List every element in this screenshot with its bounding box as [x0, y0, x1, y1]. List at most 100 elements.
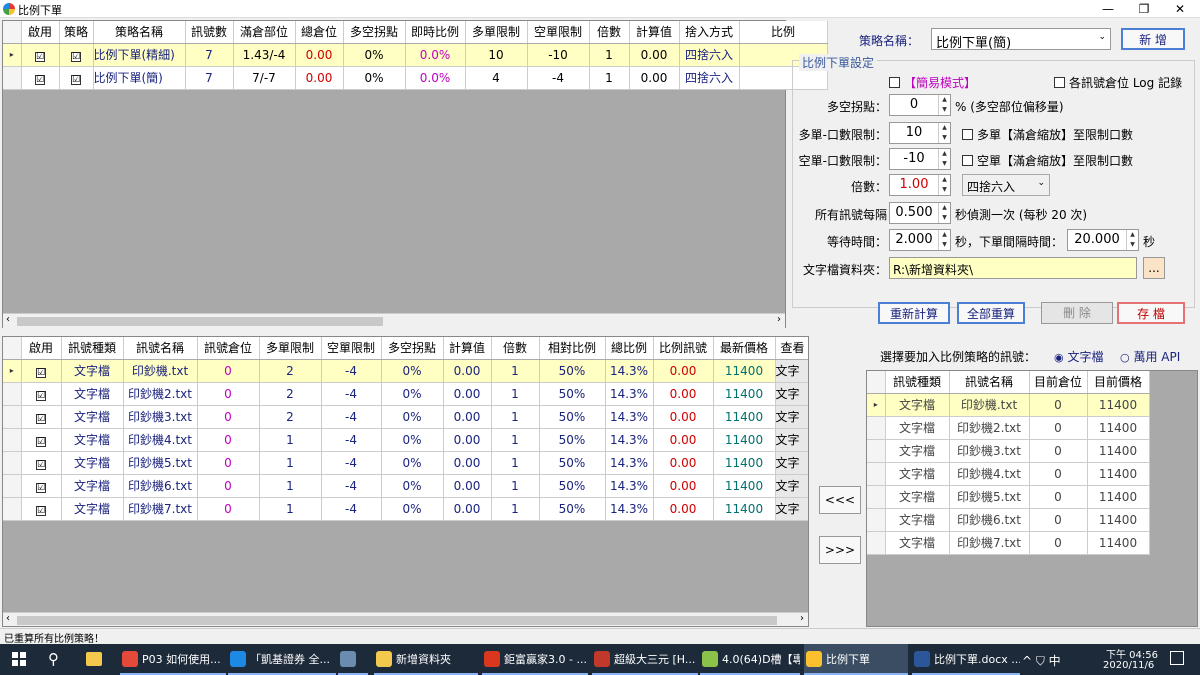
stepper-arrows-icon[interactable]: ▲ ▼ [938, 230, 950, 250]
view-button[interactable]: 文字 [775, 382, 808, 406]
taskbar-item[interactable]: 新增資料夾 [374, 644, 478, 675]
delete-button[interactable]: 刪 除 [1041, 302, 1113, 324]
column-header[interactable]: 相對比例 [539, 337, 606, 360]
taskbar-item[interactable]: 超級大三元 [H... [592, 644, 698, 675]
column-header[interactable]: 訊號數 [185, 21, 234, 44]
taskbar-item[interactable] [338, 644, 368, 675]
row-selector-icon[interactable] [867, 508, 886, 532]
checkbox-icon[interactable]: ☑ [36, 459, 46, 470]
column-header[interactable]: 訊號種類 [61, 337, 124, 360]
scroll-thumb[interactable] [17, 616, 777, 625]
column-header[interactable]: 訊號名稱 [123, 337, 198, 360]
taskbar-item[interactable]: 4.0(64)D槽【專... [700, 644, 800, 675]
table-row[interactable]: ☑ 文字檔 印鈔機4.txt 0 1 -4 0% 0.00 1 50% 14.3% 0.00 11400… [3, 428, 808, 452]
wait-stepper[interactable]: 2.000 ▲ ▼ [889, 229, 951, 251]
column-header[interactable]: 計算值 [629, 21, 680, 44]
table-row[interactable]: ☑ 文字檔 印鈔機3.txt 0 2 -4 0% 0.00 1 50% 14.3% 0.00 11400… [3, 405, 808, 429]
column-header[interactable]: 啟用 [21, 21, 60, 44]
signal-grid[interactable]: 啟用 訊號種類 訊號名稱 訊號倉位 多單限制 空單限制 多空拐點 計算值 倍數 相對比例 總比例 比例… [2, 336, 809, 627]
maximize-button[interactable]: ❐ [1126, 0, 1162, 18]
table-row[interactable]: ▸ ☑ 文字檔 印鈔機.txt 0 2 -4 0% 0.00 1 50% 14.3% 0.00 11400… [3, 359, 808, 383]
cell-strategy[interactable]: ☑ [59, 43, 94, 67]
scroll-left-icon[interactable]: ‹ [6, 314, 10, 325]
column-header[interactable]: 捨入方式 [679, 21, 740, 44]
minimize-button[interactable]: — [1090, 0, 1126, 18]
table-row[interactable]: 文字檔 印鈔機4.txt 0 11400 [867, 462, 1150, 486]
order-interval-stepper[interactable]: 20.000 ▲ ▼ [1067, 229, 1139, 251]
close-button[interactable]: ✕ [1162, 0, 1198, 18]
table-row[interactable]: ☑ ☑ 比例下單(簡) 7 7/-7 0.00 0% 0.0% 4 -4 1 0.00 四捨六入 [3, 66, 828, 90]
column-header[interactable]: 訊號倉位 [197, 337, 260, 360]
column-header[interactable]: 比例訊號 [653, 337, 714, 360]
column-header[interactable]: 滿倉部位 [233, 21, 296, 44]
simple-mode-checkbox[interactable]: 【簡易模式】 [889, 74, 976, 91]
long-scale-checkbox[interactable]: 多單【滿倉縮放】至限制口數 [962, 126, 1133, 143]
cell-enabled[interactable]: ☑ [21, 497, 62, 521]
taskbar-item[interactable]: 鉅富贏家3.0 - ... [482, 644, 588, 675]
interval-stepper[interactable]: 0.500 ▲ ▼ [889, 202, 951, 224]
table-row[interactable]: 文字檔 印鈔機5.txt 0 11400 [867, 485, 1150, 509]
table-row[interactable]: ☑ 文字檔 印鈔機6.txt 0 1 -4 0% 0.00 1 50% 14.3% 0.00 11400… [3, 474, 808, 498]
column-header[interactable]: 空單限制 [527, 21, 590, 44]
row-selector-icon[interactable] [867, 485, 886, 509]
row-selector-icon[interactable] [3, 451, 22, 475]
taskbar-item[interactable]: 比例下單.docx ... [912, 644, 1020, 675]
row-selector-icon[interactable] [3, 428, 22, 452]
source-grid[interactable]: 訊號種類 訊號名稱 目前倉位 目前價格 ▸ 文字檔 印鈔機.txt 0 11400 文字檔 印鈔機… [866, 370, 1198, 627]
windows-start-icon[interactable] [12, 652, 26, 666]
column-header[interactable]: 多空拐點 [343, 21, 406, 44]
row-selector-icon[interactable] [867, 416, 886, 440]
cell-enabled[interactable]: ☑ [21, 66, 60, 90]
row-selector-icon[interactable] [3, 66, 22, 90]
clock-time[interactable]: 下午 04:56 [1106, 646, 1158, 661]
checkbox-icon[interactable]: ☑ [35, 74, 45, 85]
column-header[interactable]: 總比例 [605, 337, 654, 360]
checkbox-icon[interactable]: ☑ [71, 74, 81, 85]
reset-all-button[interactable]: 全部重算 [957, 302, 1025, 324]
column-header[interactable]: 總倉位 [295, 21, 344, 44]
scroll-thumb[interactable] [17, 317, 383, 326]
taskbar-item[interactable]: P03 如何使用... [120, 644, 226, 675]
table-row[interactable]: 文字檔 印鈔機2.txt 0 11400 [867, 416, 1150, 440]
stepper-arrows-icon[interactable]: ▲ ▼ [938, 123, 950, 143]
column-header[interactable]: 倍數 [589, 21, 630, 44]
view-button[interactable]: 文字 [775, 497, 808, 521]
view-button[interactable]: 文字 [775, 359, 808, 383]
stepper-arrows-icon[interactable]: ▲ ▼ [1126, 230, 1138, 250]
checkbox-icon[interactable]: ☑ [36, 390, 46, 401]
cell-enabled[interactable]: ☑ [21, 405, 62, 429]
row-selector-icon[interactable] [3, 405, 22, 429]
cell-enabled[interactable]: ☑ [21, 451, 62, 475]
cell-strategy[interactable]: ☑ [59, 66, 94, 90]
rounding-select[interactable]: 四捨六入 ⌄ [962, 174, 1050, 196]
cell-enabled[interactable]: ☑ [21, 43, 60, 67]
tray-icons[interactable]: ^ ⛉ 中 [1022, 652, 1061, 669]
column-header[interactable]: 計算值 [443, 337, 492, 360]
recalc-button[interactable]: 重新計算 [878, 302, 950, 324]
notification-icon[interactable] [1170, 651, 1184, 665]
cell-enabled[interactable]: ☑ [21, 359, 62, 383]
column-header[interactable]: 訊號名稱 [949, 371, 1030, 394]
checkbox-icon[interactable]: ☑ [36, 436, 46, 447]
scroll-left-icon[interactable]: ‹ [6, 613, 10, 624]
table-row[interactable]: 文字檔 印鈔機6.txt 0 11400 [867, 508, 1150, 532]
table-row[interactable]: ▸ 文字檔 印鈔機.txt 0 11400 [867, 393, 1150, 417]
view-button[interactable]: 文字 [775, 451, 808, 475]
column-header[interactable]: 即時比例 [405, 21, 466, 44]
search-icon[interactable]: ⚲ [48, 650, 59, 668]
table-row[interactable]: 文字檔 印鈔機7.txt 0 11400 [867, 531, 1150, 555]
column-header[interactable]: 多單限制 [465, 21, 528, 44]
row-selector-icon[interactable] [867, 531, 886, 555]
stepper-arrows-icon[interactable]: ▲ ▼ [938, 203, 950, 223]
taskbar-item[interactable]: 比例下單 [804, 644, 908, 675]
checkbox-icon[interactable]: ☑ [36, 505, 46, 516]
column-header[interactable]: 訊號種類 [885, 371, 950, 394]
row-selector-icon[interactable]: ▸ [3, 359, 22, 383]
row-selector-icon[interactable] [3, 497, 22, 521]
taskbar-item[interactable]: 「凱基證券 全... [228, 644, 336, 675]
radio-api[interactable]: ○ 萬用 API [1120, 348, 1180, 365]
checkbox-icon[interactable]: ☑ [36, 413, 46, 424]
checkbox-icon[interactable]: ☑ [35, 51, 45, 62]
table-row[interactable]: ☑ 文字檔 印鈔機5.txt 0 1 -4 0% 0.00 1 50% 14.3% 0.00 11400… [3, 451, 808, 475]
column-header[interactable]: 策略 [59, 21, 94, 44]
